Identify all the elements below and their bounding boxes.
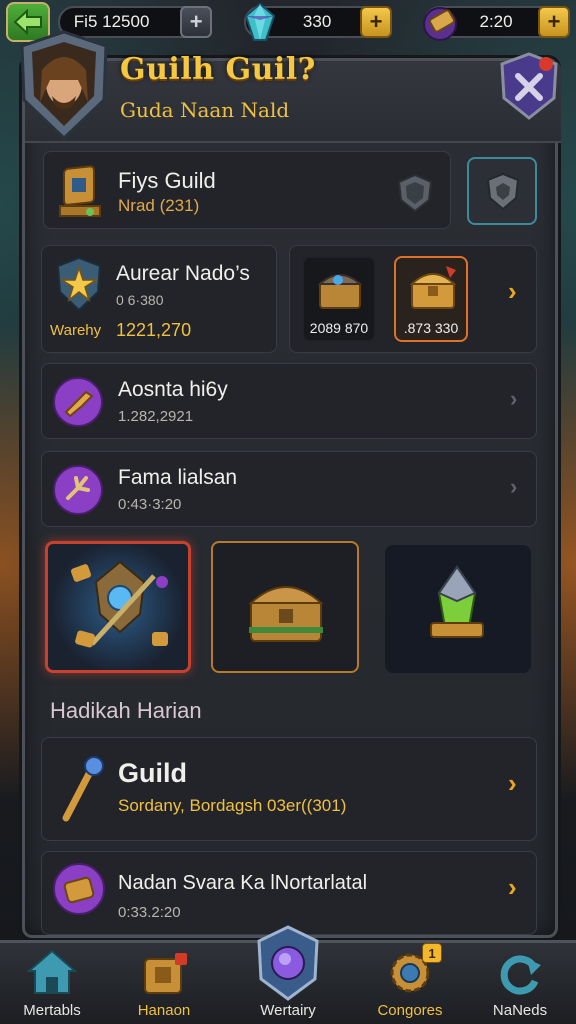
notification-badge: 1 (422, 943, 442, 963)
gold-value: Fi5 12500 (73, 12, 150, 31)
chevron-right-icon: › (508, 768, 517, 798)
quest-row-subtitle: Sordany, Bordagsh 03er((301) (118, 796, 347, 815)
box-icon (144, 953, 187, 994)
list-item-title: Fama lialsan (118, 466, 238, 489)
gauntlet-icon (53, 863, 105, 915)
chevron-right-icon: › (510, 386, 518, 411)
energy-value: 2:20 (479, 12, 513, 31)
warehouse-card-title: Aurear Nado’s (116, 262, 250, 285)
shield-icon (397, 173, 433, 213)
house-icon (27, 949, 77, 994)
nav-label: Hanaon (137, 1002, 191, 1019)
crystal-orb-icon (257, 925, 319, 1001)
shield-emblem-icon (486, 172, 520, 211)
nav-item-warehouse[interactable]: Wertairy (238, 925, 338, 1024)
golden-chest-icon (409, 266, 457, 309)
nav-item-home[interactable]: Mertabls (2, 943, 102, 1024)
quest-row-subtitle: 0:33.2:20 (118, 904, 181, 921)
guild-card[interactable]: Fiys Guild Nrad (231) (43, 151, 451, 229)
gem-value: 330 (302, 12, 332, 31)
refresh-icon (500, 955, 541, 995)
list-item-title: Aosnta hi6y (118, 378, 228, 401)
list-item-subtitle: 0:43·3:20 (118, 496, 182, 513)
page-subtitle: Guda Naan Nald (120, 98, 290, 122)
add-energy-button[interactable]: + (538, 6, 571, 38)
list-item[interactable]: Aosnta hi6y 1.282,2921 › (41, 363, 537, 439)
reward-chest-value: .873 330 (403, 320, 459, 336)
avatar-portrait-icon (20, 30, 108, 141)
magic-staff-icon (62, 756, 104, 822)
add-gold-button[interactable]: + (180, 6, 213, 38)
reward-chests-card: 2089 870 .873 330 › (289, 245, 537, 353)
quest-row[interactable]: Guild Sordany, Bordagsh 03er((301) › (41, 737, 537, 841)
chest-item-slot[interactable] (211, 541, 359, 673)
close-button[interactable] (498, 52, 560, 127)
guild-card-title: Fiys Guild (118, 168, 216, 193)
warehouse-card[interactable]: Aurear Nado’s 0 6·380 Warehy 1221,270 (41, 245, 277, 353)
nav-label: NaNeds (492, 1002, 548, 1019)
nav-item-congores[interactable]: 1 Congores (360, 943, 460, 1024)
guild-settings-button[interactable] (467, 157, 537, 225)
page-title: Guilh Guil? (120, 52, 316, 87)
nav-label: Mertabls (23, 1002, 81, 1019)
quest-row[interactable]: Nadan Svara Ka lNortarlatal 0:33.2:20 › (41, 851, 537, 935)
green-crystal-icon (430, 565, 484, 638)
energy-counter: 2:20 + (423, 6, 571, 41)
reward-chest-slot[interactable]: 2089 870 (302, 256, 376, 342)
add-gem-button[interactable]: + (360, 6, 393, 38)
green-chest-icon (248, 586, 324, 642)
warehouse-card-value: 1221,270 (116, 320, 192, 340)
gold-star-badge-icon (56, 256, 102, 312)
close-icon (500, 52, 558, 120)
reward-chest-value: 2089 870 (309, 320, 369, 336)
guild-card-subtitle: Nrad (231) (118, 196, 200, 215)
warehouse-card-subtitle: 0 6·380 (116, 292, 164, 308)
gem-counter: 330 + (244, 2, 393, 41)
chevron-right-icon: › (508, 872, 517, 902)
nav-label: Congores (377, 1002, 443, 1019)
list-item-subtitle: 1.282,2921 (118, 408, 194, 425)
reward-chest-slot[interactable]: .873 330 (394, 256, 468, 342)
shrine-icon (59, 165, 101, 217)
beacon-item-slot[interactable] (385, 545, 531, 673)
nav-label: Wertairy (260, 1002, 316, 1019)
crystal-sword-icon (70, 560, 168, 648)
chevron-right-icon: › (510, 474, 518, 499)
guild-panel: Fiys Guild Nrad (231) Aurear Nado’s 0 6·… (22, 58, 561, 938)
chevron-right-icon[interactable]: › (508, 276, 517, 307)
quest-row-title: Nadan Svara Ka lNortarlatal (118, 872, 368, 894)
quest-row-title: Guild (118, 758, 187, 788)
featured-item-slot[interactable] (45, 541, 191, 673)
nav-item-refresh[interactable]: NaNeds (470, 943, 570, 1024)
scroll-icon (423, 7, 458, 41)
list-item[interactable]: Fama lialsan 0:43·3:20 › (41, 451, 537, 527)
section-label: Hadikah Harian (50, 698, 202, 723)
bottom-navigation: Mertabls Hanaon Wertairy 1 Congores NaNe… (0, 925, 576, 1024)
nav-item-inbox[interactable]: Hanaon (114, 943, 214, 1024)
axe-icon (53, 377, 103, 427)
trident-icon (53, 465, 103, 515)
player-avatar[interactable] (16, 30, 112, 142)
gem-icon (245, 2, 276, 41)
warehouse-card-label: Warehy (50, 322, 102, 339)
treasure-chest-icon (317, 274, 363, 309)
